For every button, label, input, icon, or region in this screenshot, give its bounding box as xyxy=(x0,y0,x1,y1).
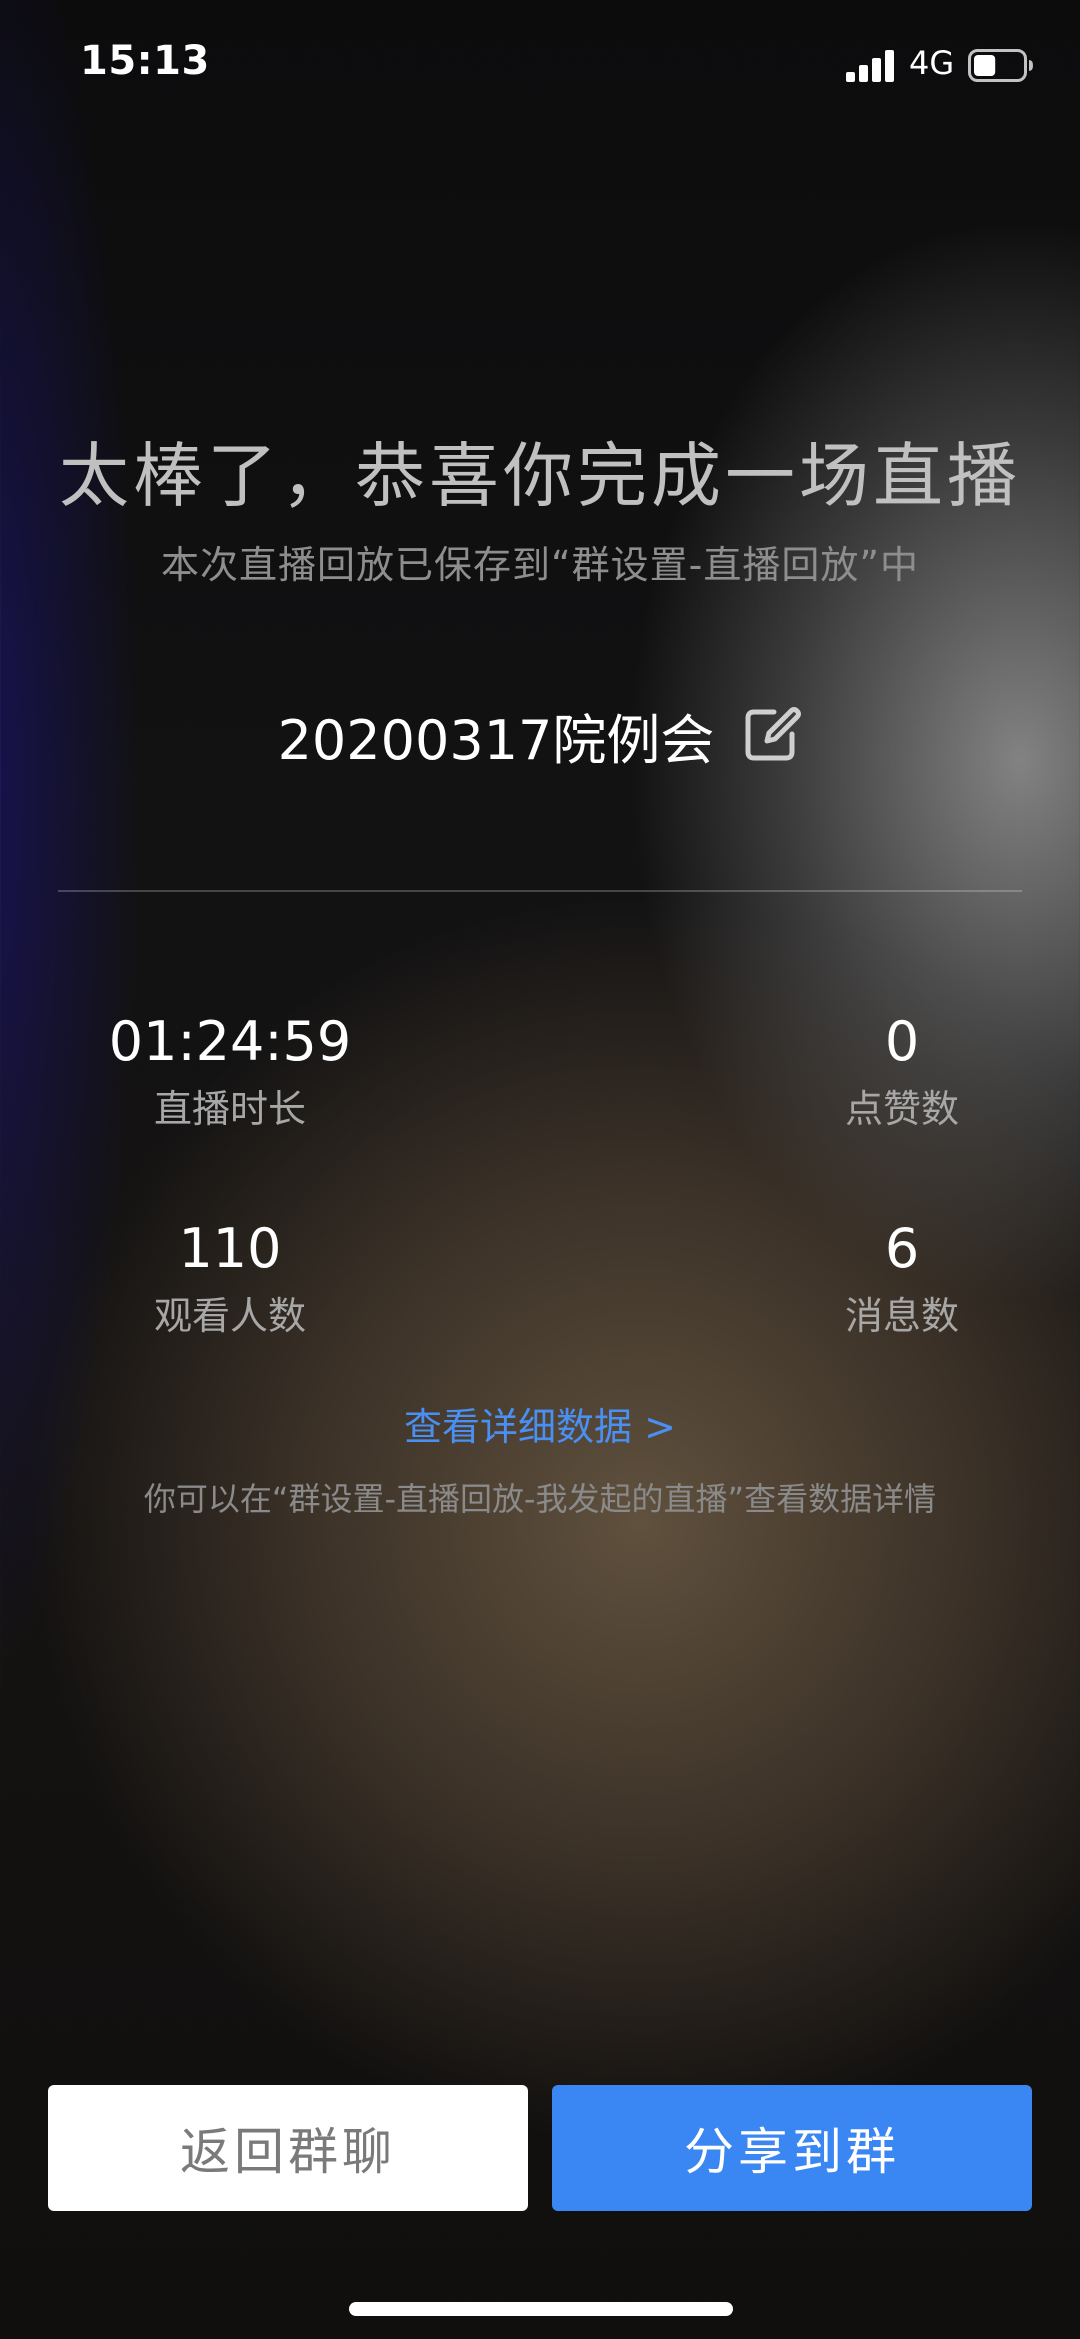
edit-icon[interactable] xyxy=(740,704,802,766)
home-indicator[interactable] xyxy=(349,2302,733,2316)
stat-label: 消息数 xyxy=(844,1294,959,1338)
stat-value: 110 xyxy=(178,1217,282,1280)
stat-label: 直播时长 xyxy=(153,1087,306,1131)
battery-icon xyxy=(968,49,1033,82)
share-to-group-button[interactable]: 分享到群 xyxy=(552,2085,1032,2211)
stat-label: 点赞数 xyxy=(844,1087,959,1131)
stat-messages: 6 消息数 xyxy=(712,1217,1080,1339)
stat-viewers: 110 观看人数 xyxy=(40,1217,420,1339)
network-label: 4G xyxy=(909,44,955,82)
details-hint: 你可以在“群设置-直播回放-我发起的直播”查看数据详情 xyxy=(143,1480,937,1518)
live-title: 20200317院例会 xyxy=(277,708,715,772)
signal-icon xyxy=(846,50,894,82)
divider xyxy=(58,890,1022,892)
stat-likes: 0 点赞数 xyxy=(712,1010,1080,1132)
view-details-link[interactable]: 查看详细数据 > xyxy=(0,1396,1080,1451)
status-time: 15:13 xyxy=(80,38,210,84)
stat-duration: 01:24:59 直播时长 xyxy=(40,1010,420,1132)
replay-saved-note: 本次直播回放已保存到“群设置-直播回放”中 xyxy=(160,543,920,587)
live-title-row: 20200317院例会 xyxy=(0,700,1080,772)
stat-value: 0 xyxy=(884,1010,920,1073)
stat-value: 01:24:59 xyxy=(108,1010,352,1073)
back-to-group-button[interactable]: 返回群聊 xyxy=(48,2085,528,2211)
page-title: 太棒了，恭喜你完成一场直播 xyxy=(59,435,1021,517)
stat-value: 6 xyxy=(884,1217,920,1280)
stat-label: 观看人数 xyxy=(153,1294,306,1338)
